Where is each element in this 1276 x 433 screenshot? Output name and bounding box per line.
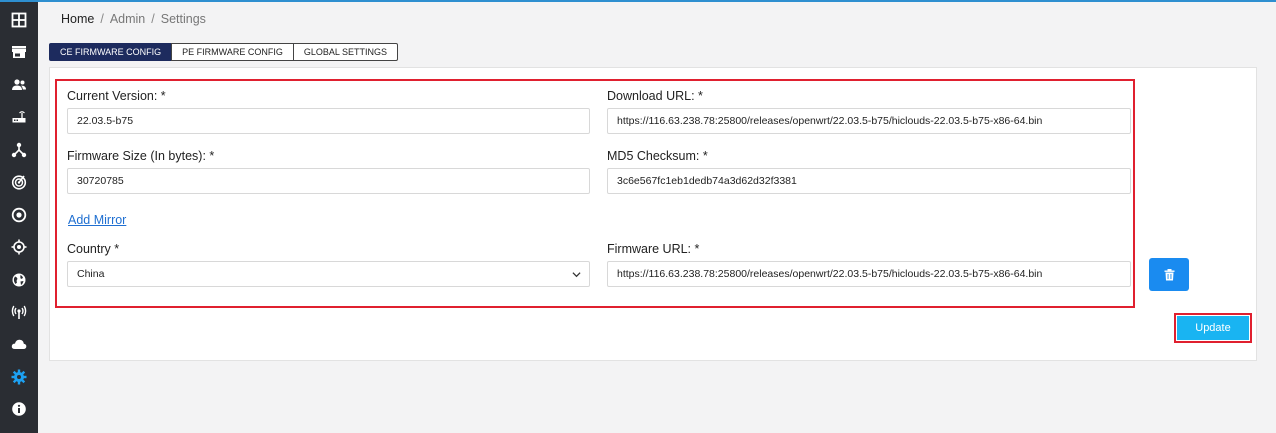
- top-accent-line: [0, 0, 1276, 2]
- network-icon[interactable]: [0, 134, 38, 166]
- country-select[interactable]: China: [67, 261, 590, 287]
- info-icon[interactable]: [0, 393, 38, 425]
- firmware-url-input[interactable]: https://116.63.238.78:25800/releases/ope…: [607, 261, 1131, 287]
- radar-icon[interactable]: [0, 166, 38, 198]
- globe-icon[interactable]: [0, 264, 38, 296]
- gear-icon[interactable]: [0, 361, 38, 393]
- current-version-label: Current Version: *: [67, 89, 166, 103]
- target-icon[interactable]: [0, 199, 38, 231]
- cloud-icon[interactable]: [0, 328, 38, 360]
- firmware-size-input[interactable]: 30720785: [67, 168, 590, 194]
- store-icon[interactable]: [0, 36, 38, 68]
- md5-checksum-input[interactable]: 3c6e567fc1eb1dedb74a3d62d32f3381: [607, 168, 1131, 194]
- country-select-value: China: [77, 268, 105, 280]
- md5-checksum-label: MD5 Checksum: *: [607, 149, 708, 163]
- grid-icon[interactable]: [0, 4, 38, 36]
- download-url-input[interactable]: https://116.63.238.78:25800/releases/ope…: [607, 108, 1131, 134]
- update-button[interactable]: Update: [1177, 316, 1249, 340]
- sidebar: [0, 0, 38, 433]
- firmware-size-label: Firmware Size (In bytes): *: [67, 149, 215, 163]
- breadcrumb-separator: /: [100, 12, 104, 26]
- main-content: Home / Admin / Settings CE FIRMWARE CONFIG P…: [38, 0, 1276, 433]
- trash-icon: [1164, 268, 1174, 280]
- router-icon[interactable]: [0, 101, 38, 133]
- breadcrumb-settings: Settings: [160, 12, 206, 26]
- delete-mirror-button[interactable]: [1149, 258, 1189, 291]
- crosshair-icon[interactable]: [0, 231, 38, 263]
- breadcrumb-separator: /: [151, 12, 155, 26]
- users-icon[interactable]: [0, 69, 38, 101]
- tab-bar: CE FIRMWARE CONFIG PE FIRMWARE CONFIG GL…: [49, 43, 399, 61]
- update-button-highlight: Update: [1174, 313, 1252, 343]
- chevron-down-icon: [572, 272, 581, 278]
- tab-ce-firmware-config[interactable]: CE FIRMWARE CONFIG: [49, 43, 173, 61]
- firmware-url-label: Firmware URL: *: [607, 242, 700, 256]
- breadcrumb-home[interactable]: Home: [61, 12, 94, 26]
- current-version-input[interactable]: 22.03.5-b75: [67, 108, 590, 134]
- breadcrumb: Home / Admin / Settings: [61, 12, 206, 26]
- add-mirror-link[interactable]: Add Mirror: [68, 213, 126, 227]
- download-url-label: Download URL: *: [607, 89, 703, 103]
- tab-global-settings[interactable]: GLOBAL SETTINGS: [292, 43, 399, 61]
- tab-pe-firmware-config[interactable]: PE FIRMWARE CONFIG: [171, 43, 294, 61]
- country-label: Country *: [67, 242, 120, 256]
- antenna-icon[interactable]: [0, 296, 38, 328]
- breadcrumb-admin[interactable]: Admin: [110, 12, 145, 26]
